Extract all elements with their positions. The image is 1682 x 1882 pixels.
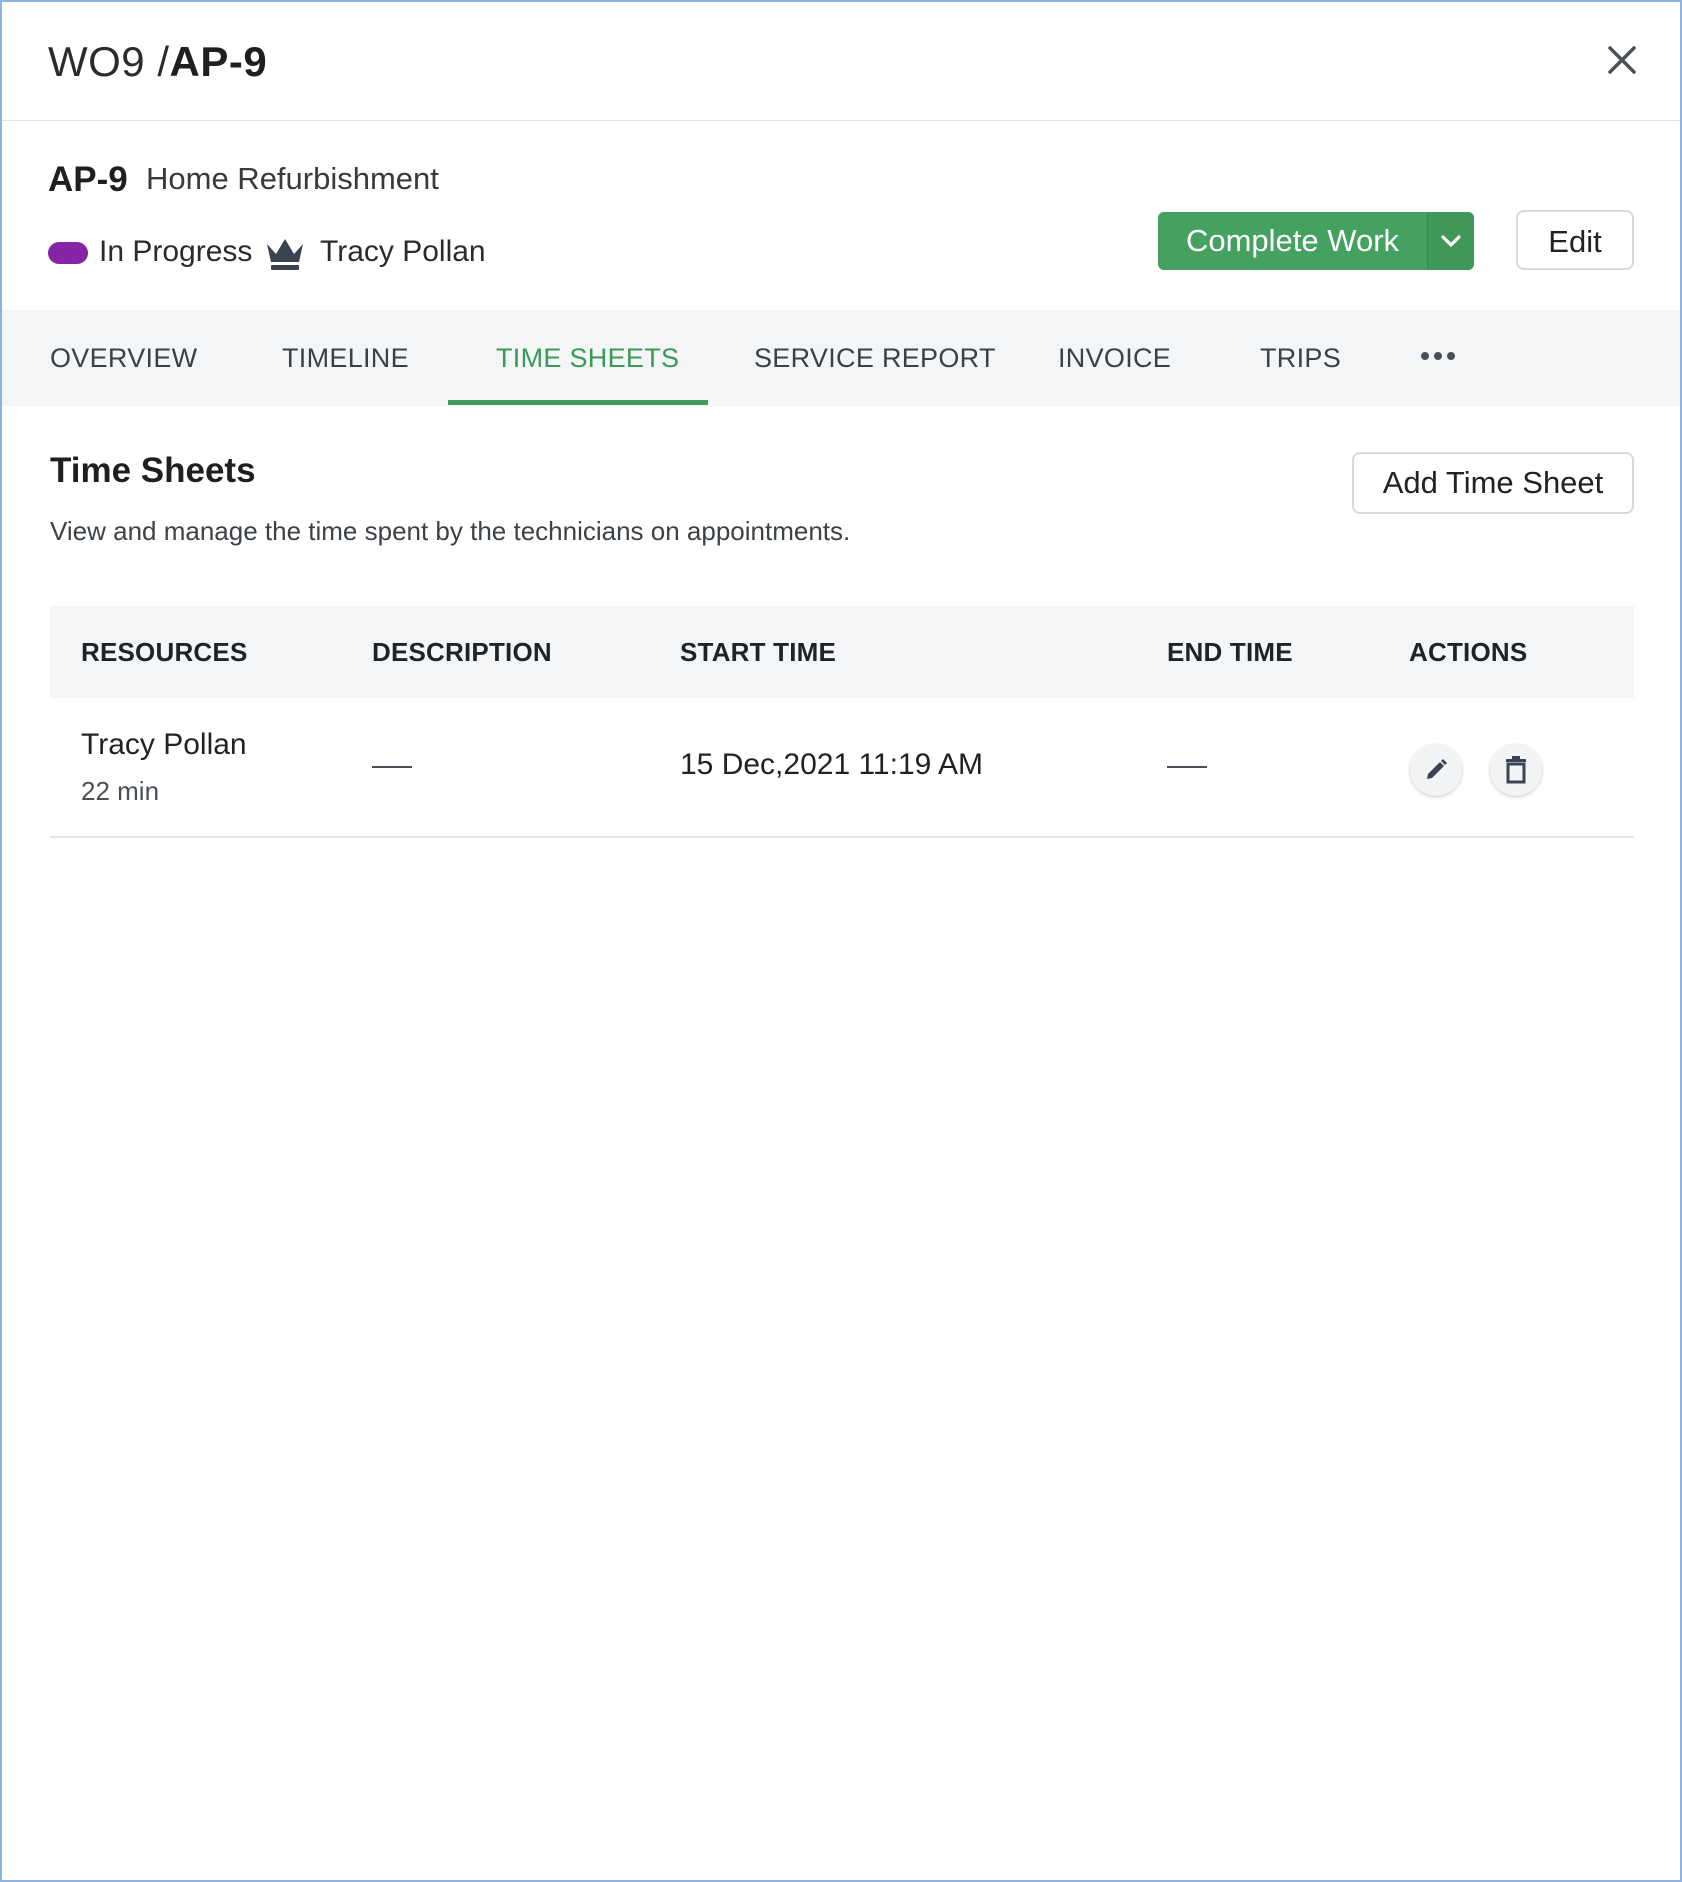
resource-name: Tracy Pollan	[81, 728, 247, 761]
complete-work-button[interactable]: Complete Work	[1158, 212, 1474, 270]
panel-header: WO9 /AP-9	[2, 2, 1680, 121]
tab-invoice[interactable]: INVOICE	[1058, 310, 1171, 406]
appointment-name: Home Refurbishment	[146, 161, 439, 196]
breadcrumb-parent[interactable]: WO9 /	[48, 38, 170, 85]
table-row: Tracy Pollan 22 min 15 Dec,2021 11:19 AM	[50, 698, 1634, 838]
add-time-sheet-button[interactable]: Add Time Sheet	[1352, 452, 1634, 514]
description-empty	[372, 766, 412, 768]
column-header: RESOURCES	[81, 637, 248, 667]
crown-icon	[264, 234, 306, 272]
appointment-id: AP-9	[48, 160, 128, 199]
start-time: 15 Dec,2021 11:19 AM	[680, 748, 983, 781]
end-time-empty	[1167, 766, 1207, 768]
complete-work-label[interactable]: Complete Work	[1158, 212, 1427, 270]
edit-button[interactable]: Edit	[1516, 210, 1634, 270]
tab-time-sheets[interactable]: TIME SHEETS	[496, 310, 679, 406]
status-badge	[48, 242, 88, 264]
active-tab-indicator	[448, 400, 708, 405]
more-horizontal-icon[interactable]	[1420, 348, 1456, 364]
tab-timeline[interactable]: TIMELINE	[282, 310, 409, 406]
status-label: In Progress	[99, 235, 253, 268]
column-header: START TIME	[680, 637, 837, 667]
column-header: END TIME	[1167, 637, 1293, 667]
close-icon[interactable]	[1602, 40, 1642, 80]
work-order-panel: WO9 /AP-9 AP-9 Home Refurbishment In Pro…	[0, 0, 1682, 1882]
chevron-down-icon[interactable]	[1427, 212, 1474, 270]
breadcrumb-current: AP-9	[169, 38, 268, 85]
tab-overview[interactable]: OVERVIEW	[50, 310, 197, 406]
tab-service-report[interactable]: SERVICE REPORT	[754, 310, 996, 406]
pencil-icon[interactable]	[1410, 744, 1462, 796]
section-title: Time Sheets	[50, 451, 256, 490]
breadcrumb: WO9 /AP-9	[48, 36, 267, 88]
owner-name[interactable]: Tracy Pollan	[320, 235, 486, 269]
resource-duration: 22 min	[81, 776, 160, 806]
section-description: View and manage the time spent by the te…	[50, 516, 851, 546]
tab-trips[interactable]: TRIPS	[1260, 310, 1341, 406]
table-header: RESOURCES DESCRIPTION START TIME END TIM…	[50, 606, 1634, 698]
column-header: ACTIONS	[1409, 637, 1528, 667]
trash-icon[interactable]	[1490, 744, 1542, 796]
column-header: DESCRIPTION	[372, 637, 552, 667]
